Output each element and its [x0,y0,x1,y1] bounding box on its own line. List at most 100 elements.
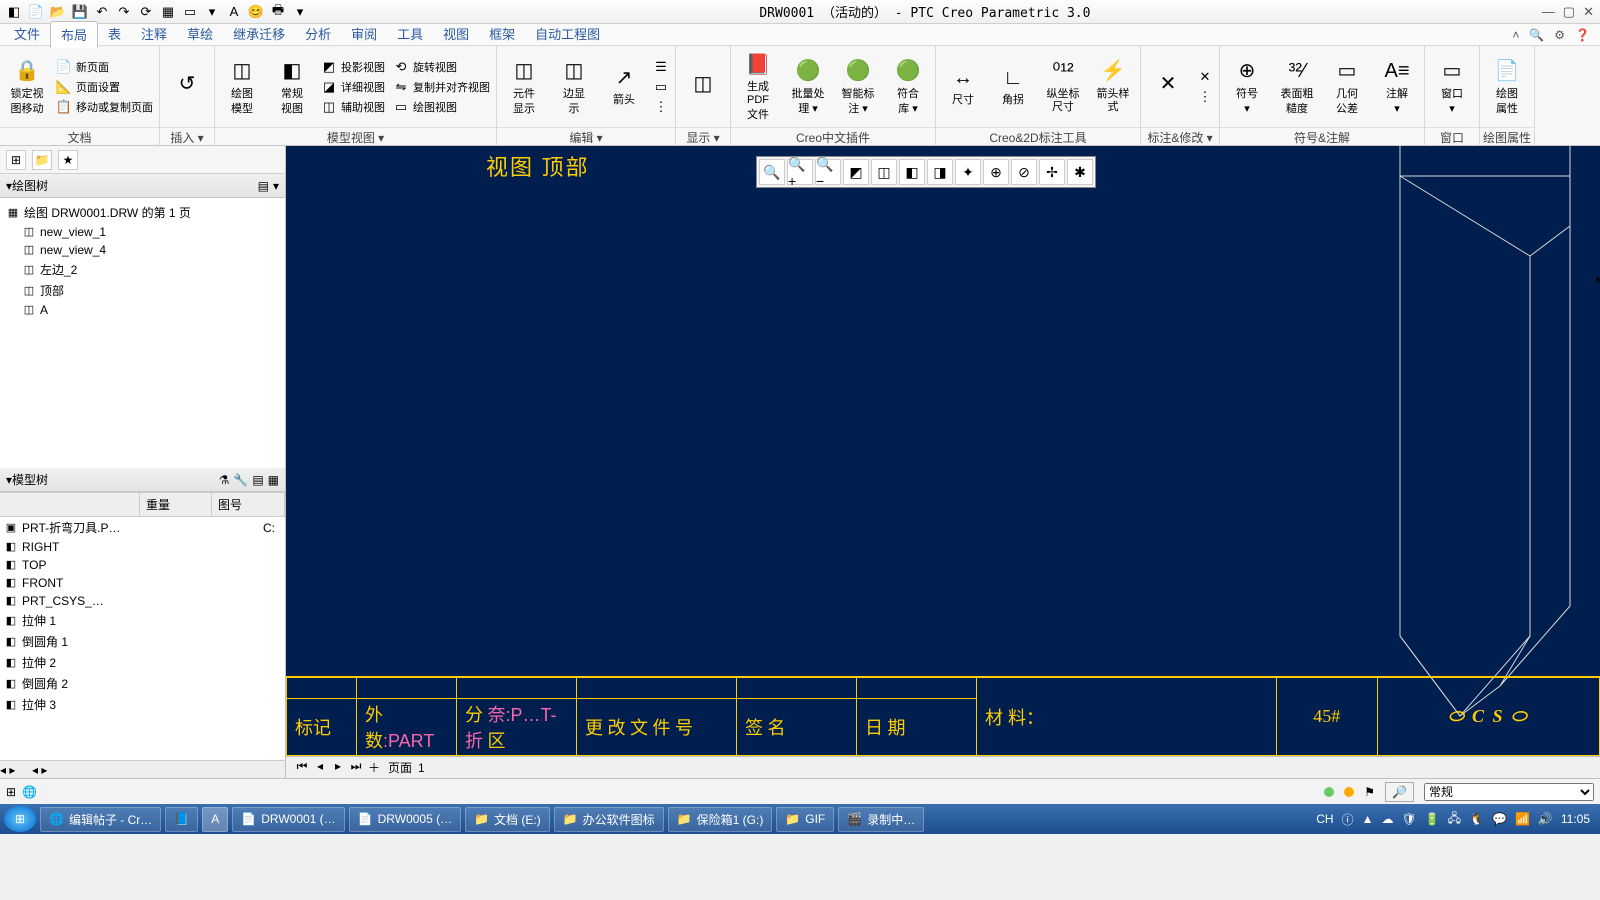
ribbon-✕[interactable]: ✕ [1145,69,1191,105]
chevron-down-icon[interactable]: ▾ [273,179,279,193]
text-icon[interactable]: A [226,4,242,20]
settings-icon[interactable]: ⚙ [1554,28,1565,42]
taskbar-item[interactable]: 📁办公软件图标 [554,807,664,832]
tray-icon[interactable]: 💬 [1492,812,1507,826]
ribbon-箭头[interactable]: ↗箭头 [601,62,647,111]
h-scrollbar[interactable]: ◂ ▸ ◂ ▸ [0,760,285,778]
taskbar-item[interactable]: 📄DRW0005 (… [349,807,461,832]
view-tool[interactable]: ◫ [871,159,897,185]
tree-item[interactable]: ◫A [2,301,283,319]
tray-icon[interactable]: 🖧 [1448,809,1461,830]
ribbon-边显[interactable]: ◫边显示 [551,56,597,118]
taskbar-item[interactable]: A [202,807,228,832]
ribbon-批量处[interactable]: 🟢批量处理 ▾ [785,56,831,118]
tray-icon[interactable]: ☁ [1381,812,1393,826]
tab-草绘[interactable]: 草绘 [177,21,223,48]
view-tool[interactable]: ◨ [927,159,953,185]
model-item[interactable]: ◧拉伸 2 [0,652,285,673]
tree-item[interactable]: ◫new_view_1 [2,223,283,241]
model-item[interactable]: ◧倒圆角 2 [0,673,285,694]
ribbon-辅助视图[interactable]: ◫辅助视图 [319,98,387,116]
ribbon-[interactable]: ☰ [651,58,671,76]
ribbon-符号[interactable]: ⊕符号▾ [1224,56,1270,118]
tab-审阅[interactable]: 审阅 [341,21,387,48]
new-icon[interactable]: 📄 [28,4,44,20]
next-page-icon[interactable]: ▸ [330,759,346,776]
view-tool[interactable]: ⊕ [983,159,1009,185]
view-tool[interactable]: ✱ [1067,159,1093,185]
model-tree[interactable]: ▣PRT-折弯刀具.P…C:◧RIGHT◧TOP◧FRONT◧PRT_CSYS_… [0,517,285,760]
ribbon-尺寸[interactable]: ↔尺寸 [940,62,986,111]
ribbon-[interactable]: ⋮ [1195,88,1215,106]
tray-icon[interactable]: 🛡 [1401,812,1416,826]
ribbon-投影视图[interactable]: ◩投影视图 [319,58,387,76]
taskbar-item[interactable]: 📁GIF [776,807,834,832]
model-item[interactable]: ◧拉伸 3 [0,694,285,715]
tree-root[interactable]: ▦绘图 DRW0001.DRW 的第 1 页 [2,202,283,223]
prev-page-icon[interactable]: ◂ [312,759,328,776]
save-icon[interactable]: 💾 [72,4,88,20]
tree-item[interactable]: ◫new_view_4 [2,241,283,259]
view-tool[interactable]: 🔍+ [787,159,813,185]
ribbon-角拐[interactable]: ∟角拐 [990,62,1036,111]
tab-继承迁移[interactable]: 继承迁移 [223,21,295,48]
taskbar-item[interactable]: 📁文档 (E:) [465,807,550,832]
taskbar-item[interactable]: 📁保险箱1 (G:) [668,807,773,832]
tab-框架[interactable]: 框架 [479,21,525,48]
add-page-icon[interactable]: ＋ [366,759,382,776]
ribbon-◫[interactable]: ◫ [680,69,726,105]
settings-tree-icon[interactable]: 🔧 [233,473,248,487]
open-icon[interactable]: 📂 [50,4,66,20]
ribbon-常规[interactable]: ◧常规视图 [269,56,315,118]
windows-icon[interactable]: ▦ [160,4,176,20]
close-icon[interactable]: ✕ [1583,4,1594,20]
close-win-icon[interactable]: ▭ [182,4,198,20]
filter-icon[interactable]: ⚗ [219,473,230,487]
ribbon-锁定视[interactable]: 🔒锁定视图移动 [4,56,50,118]
tray-icon[interactable]: 🐧 [1469,812,1484,826]
model-item[interactable]: ◧拉伸 1 [0,610,285,631]
taskbar-item[interactable]: 🎬录制中… [838,807,924,832]
ribbon-箭头样式[interactable]: ⚡箭头样式 [1090,56,1136,118]
view-tool[interactable]: ✢ [1039,159,1065,185]
status-icon-2[interactable]: 🌐 [22,785,37,799]
col-number[interactable]: 图号 [212,493,285,516]
draw-tree[interactable]: ▦绘图 DRW0001.DRW 的第 1 页◫new_view_1◫new_vi… [0,198,285,468]
tab-分析[interactable]: 分析 [295,21,341,48]
taskbar-item[interactable]: 🌐编辑帖子 - Cr… [40,807,161,832]
dropdown-icon[interactable]: ▾ [292,4,308,20]
model-tree-header[interactable]: ▾ 模型树 ⚗ 🔧 ▤ ▦ [0,468,285,492]
ribbon-几何[interactable]: ▭几何公差 [1324,56,1370,118]
model-item[interactable]: ◧TOP [0,556,285,574]
show-icon[interactable]: ▤ [252,473,263,487]
view-tool[interactable]: ⊘ [1011,159,1037,185]
tray-icon[interactable]: ▲ [1362,812,1374,826]
layer-icon[interactable]: ▦ [268,473,279,487]
view-tool[interactable]: ◩ [843,159,869,185]
tray-icon[interactable]: 📶 [1515,812,1530,826]
print-icon[interactable]: 🖶 [270,4,286,20]
search-icon[interactable]: 🔍 [1529,28,1544,42]
selection-filter[interactable]: 常规 [1424,783,1594,801]
ribbon-智能标[interactable]: 🟢智能标注 ▾ [835,56,881,118]
ribbon-生成PDF[interactable]: 📕生成PDF文件 [735,49,781,124]
tree-item[interactable]: ◫顶部 [2,280,283,301]
flag-icon[interactable]: ⚑ [1364,785,1375,799]
tab-表[interactable]: 表 [98,21,131,48]
ribbon-[interactable]: ⋮ [651,98,671,116]
smiley-icon[interactable]: 😊 [248,4,264,20]
ribbon-注解[interactable]: A≡注解▾ [1374,56,1420,118]
ribbon-新页面[interactable]: 📄新页面 [54,58,155,76]
ribbon-绘图[interactable]: 📄绘图属性 [1484,56,1530,118]
ribbon-页面设置[interactable]: 📐页面设置 [54,78,155,96]
tree-btn-3[interactable]: ★ [58,150,78,170]
tab-注释[interactable]: 注释 [131,21,177,48]
view-tool[interactable]: ✦ [955,159,981,185]
tab-自动工程图[interactable]: 自动工程图 [525,21,610,48]
clock[interactable]: 11:05 [1561,812,1590,826]
ribbon-复制并对齐视图[interactable]: ⇋复制并对齐视图 [391,78,492,96]
ribbon-绘图视图[interactable]: ▭绘图视图 [391,98,492,116]
ribbon-↺[interactable]: ↺ [164,69,210,105]
ribbon-纵坐标尺寸[interactable]: ⁰¹²纵坐标尺寸 [1040,56,1086,118]
ribbon-绘图[interactable]: ◫绘图模型 [219,56,265,118]
